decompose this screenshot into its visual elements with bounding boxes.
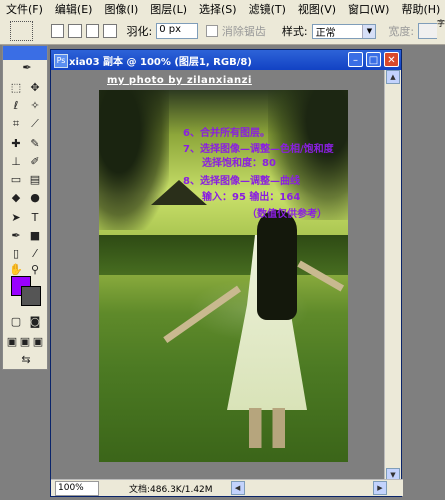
feather-logo-icon: ✒ xyxy=(22,61,32,74)
antialias-label: 消除锯齿 xyxy=(221,25,266,38)
minimize-button[interactable]: – xyxy=(348,52,363,67)
screen-mode-icon[interactable]: ▣ xyxy=(6,334,18,350)
type-tool-icon[interactable]: T xyxy=(27,210,43,226)
menu-view[interactable]: 视图(V) xyxy=(292,1,342,17)
scroll-right-button[interactable]: ▶ xyxy=(373,481,387,495)
vertical-scrollbar[interactable]: ▲ ▼ xyxy=(384,70,401,482)
feather-input[interactable]: 0 px xyxy=(156,23,199,39)
crop-tool-icon[interactable]: ⌗ xyxy=(8,116,24,132)
instruction-step-7: 7、选择图像—调整—色相/饱和度 xyxy=(183,144,334,155)
photoshop-doc-icon: Ps xyxy=(54,54,68,68)
tool-preset-picker[interactable] xyxy=(10,21,33,41)
maximize-button[interactable]: □ xyxy=(366,52,381,67)
girl-arm xyxy=(163,285,242,343)
scroll-left-button[interactable]: ◀ xyxy=(230,481,245,495)
menu-select[interactable]: 选择(S) xyxy=(193,1,243,17)
menu-file[interactable]: 文件(F) xyxy=(0,1,49,17)
girl-legs xyxy=(249,408,285,448)
close-button[interactable]: ✕ xyxy=(384,52,399,67)
path-select-icon[interactable]: ➤ xyxy=(8,210,24,226)
pen-tool-icon[interactable]: ✒ xyxy=(8,228,24,244)
canvas-area[interactable]: my photo by zilanxianzi 6、合并所有图层。 7、选择图像… xyxy=(51,70,387,482)
menu-layer[interactable]: 图层(L) xyxy=(144,1,193,17)
menu-window[interactable]: 窗口(W) xyxy=(342,1,395,17)
quickmask-mode-icon[interactable]: ◙ xyxy=(27,314,43,330)
feather-label: 羽化: xyxy=(126,25,153,38)
fullscreen-menu-mode-icon[interactable]: ▣ xyxy=(19,334,31,350)
menu-help[interactable]: 帮助(H) xyxy=(395,1,445,17)
status-bar: 100% 文档:486.3K/1.42M ◀ ▶ xyxy=(51,479,403,496)
brush-tool-icon[interactable]: ✎ xyxy=(27,136,43,152)
imageready-jump-icon[interactable]: ⇆ xyxy=(17,352,35,368)
girl-hair xyxy=(257,210,297,320)
instruction-step-6: 6、合并所有图层。 xyxy=(183,128,270,139)
menu-filter[interactable]: 滤镜(T) xyxy=(243,1,292,17)
document-titlebar[interactable]: Ps xia03 副本 @ 100% (图层1, RGB/8) – □ ✕ xyxy=(51,50,401,70)
clone-stamp-icon[interactable]: ⊥ xyxy=(8,154,24,170)
fullscreen-mode-icon[interactable]: ▣ xyxy=(32,334,44,350)
instruction-disclaimer: （数值仅供参考） xyxy=(247,209,327,220)
document-title: xia03 副本 @ 100% (图层1, RGB/8) xyxy=(69,56,252,68)
slice-tool-icon[interactable]: ⟋ xyxy=(27,116,43,132)
magic-wand-tool-icon[interactable]: ✧ xyxy=(27,98,43,114)
intersect-selection-button[interactable] xyxy=(103,24,117,38)
antialias-checkbox[interactable] xyxy=(206,25,218,37)
menu-image[interactable]: 图像(I) xyxy=(98,1,144,17)
style-select[interactable]: 正常 ▼ xyxy=(311,23,377,39)
subtract-selection-button[interactable] xyxy=(85,24,100,38)
photo-watermark: my photo by zilanxianzi xyxy=(107,75,252,86)
toolbox-header xyxy=(3,46,47,60)
history-brush-icon[interactable]: ✐ xyxy=(27,154,43,170)
style-label: 样式: xyxy=(281,25,308,38)
instruction-step-8: 8、选择图像—调整—曲线 xyxy=(183,176,300,187)
notes-tool-icon[interactable]: ▯ xyxy=(8,246,24,262)
lasso-tool-icon[interactable]: ℓ xyxy=(8,98,24,114)
toolbox: ✒ ⬚ ✥ ℓ ✧ ⌗ ⟋ ✚ ✎ ⊥ ✐ ▭ ▤ ◆ ● ➤ T ✒ ■ ▯ … xyxy=(2,45,48,370)
eraser-tool-icon[interactable]: ▭ xyxy=(8,172,24,188)
instruction-step-8-value: 输入：95 输出：164 xyxy=(202,192,301,203)
marquee-tool-icon[interactable]: ⬚ xyxy=(8,80,24,96)
menu-edit[interactable]: 编辑(E) xyxy=(49,1,99,17)
menu-bar: 文件(F) 编辑(E) 图像(I) 图层(L) 选择(S) 滤镜(T) 视图(V… xyxy=(0,0,445,19)
blur-tool-icon[interactable]: ◆ xyxy=(8,190,24,206)
chevron-down-icon: ▼ xyxy=(362,24,376,38)
zoom-field[interactable]: 100% xyxy=(55,480,99,496)
options-bar: 羽化: 0 px 消除锯齿 样式: 正常 ▼ 宽度: xyxy=(0,18,445,45)
instruction-step-7-value: 选择饱和度：80 xyxy=(202,158,276,169)
scroll-up-button[interactable]: ▲ xyxy=(386,70,400,84)
tree-shape xyxy=(99,90,169,230)
options-edge-text: 字 xyxy=(437,18,445,44)
width-label: 宽度: xyxy=(388,25,415,38)
eyedropper-tool-icon[interactable]: ⁄ xyxy=(27,246,43,262)
healing-brush-icon[interactable]: ✚ xyxy=(8,136,24,152)
document-size-info[interactable]: 文档:486.3K/1.42M xyxy=(129,482,213,495)
photo-canvas[interactable]: 6、合并所有图层。 7、选择图像—调整—色相/饱和度 选择饱和度：80 8、选择… xyxy=(99,90,348,462)
dodge-tool-icon[interactable]: ● xyxy=(27,190,43,206)
standard-mode-icon[interactable]: ▢ xyxy=(8,314,24,330)
gradient-tool-icon[interactable]: ▤ xyxy=(27,172,43,188)
document-window: Ps xia03 副本 @ 100% (图层1, RGB/8) – □ ✕ my… xyxy=(50,49,403,497)
add-selection-button[interactable] xyxy=(68,24,82,38)
move-tool-icon[interactable]: ✥ xyxy=(27,80,43,96)
background-color-swatch[interactable] xyxy=(21,286,41,306)
style-value: 正常 xyxy=(315,27,336,39)
new-selection-button[interactable] xyxy=(50,24,65,38)
shape-tool-icon[interactable]: ■ xyxy=(27,228,43,244)
